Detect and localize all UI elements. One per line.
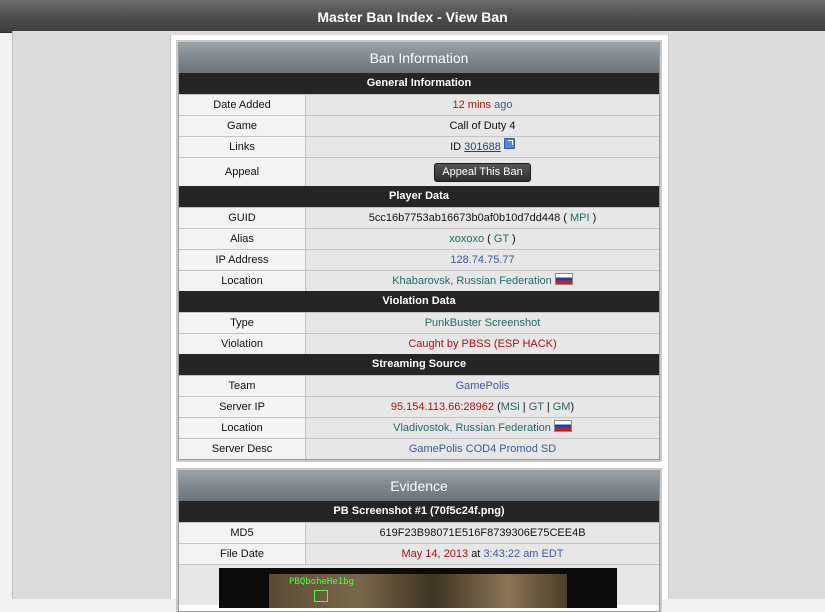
player-location-row: Location Khabarovsk, Russian Federation — [179, 270, 659, 291]
md5-row: MD5 619F23B98071E516F8739306E75CEE4B — [179, 522, 659, 543]
links-id-prefix: ID — [450, 141, 462, 153]
screenshot-overlay-text: PBQboheHe1bg — [289, 577, 355, 587]
date-added-value: 12 mins — [452, 99, 492, 111]
alias-value-cell: xoxoxo ( GT ) — [306, 229, 659, 249]
general-information-heading: General Information — [179, 73, 659, 94]
alias-gt-link[interactable]: GT — [494, 233, 509, 245]
server-ip-value: 95.154.113.66:28962 — [390, 401, 495, 413]
screenshot-esp-box — [314, 590, 328, 602]
guid-mpi-link[interactable]: MPI — [570, 212, 590, 224]
streaming-source-heading: Streaming Source — [179, 354, 659, 375]
server-location-value-cell: Vladivostok, Russian Federation — [306, 418, 659, 438]
game-row: Game Call of Duty 4 — [179, 115, 659, 136]
file-date-label: File Date — [179, 544, 306, 564]
appeal-value-cell: Appeal This Ban — [306, 158, 659, 186]
page-title: Master Ban Index - View Ban — [0, 0, 825, 33]
evidence-heading: Evidence — [179, 471, 659, 501]
links-row: Links ID 301688 — [179, 136, 659, 157]
violation-type-value[interactable]: PunkBuster Screenshot — [306, 313, 659, 333]
server-location-value[interactable]: Vladivostok, Russian Federation — [393, 422, 551, 434]
violation-label: Violation — [179, 334, 306, 354]
server-desc-label: Server Desc — [179, 439, 306, 459]
file-time-value: 3:43:22 am EDT — [483, 548, 564, 560]
ban-id-link[interactable]: 301688 — [464, 141, 501, 153]
ip-address-value[interactable]: 128.74.75.77 — [306, 250, 659, 270]
ip-address-row: IP Address 128.74.75.77 — [179, 249, 659, 270]
server-gm-link[interactable]: GM — [553, 401, 571, 413]
server-desc-row: Server Desc GamePolis COD4 Promod SD — [179, 438, 659, 459]
server-location-label: Location — [179, 418, 306, 438]
guid-value-cell: 5cc16b7753ab16673b0af0b10d7dd448 ( MPI ) — [306, 208, 659, 228]
ban-information-heading: Ban Information — [179, 43, 659, 73]
date-added-row: Date Added 12 mins ago — [179, 94, 659, 115]
appeal-row: Appeal Appeal This Ban — [179, 157, 659, 186]
links-value-cell: ID 301688 — [306, 137, 659, 157]
external-link-icon[interactable] — [503, 138, 515, 149]
screenshot-image[interactable]: PBQboheHe1bg — [219, 568, 617, 608]
file-date-at: at — [471, 548, 481, 560]
screenshot-scene: PBQboheHe1bg — [269, 574, 567, 608]
screenshot-heading: PB Screenshot #1 (70f5c24f.png) — [179, 501, 659, 522]
server-gt-link[interactable]: GT — [529, 401, 544, 413]
violation-type-label: Type — [179, 313, 306, 333]
server-ip-label: Server IP — [179, 397, 306, 417]
guid-value: 5cc16b7753ab16673b0af0b10d7dd448 — [368, 212, 561, 224]
russia-flag-icon — [553, 420, 572, 432]
server-ip-value-cell: 95.154.113.66:28962 (MSi | GT | GM) — [306, 397, 659, 417]
alias-label: Alias — [179, 229, 306, 249]
violation-row: Violation Caught by PBSS (ESP HACK) — [179, 333, 659, 354]
alias-value[interactable]: xoxoxo — [449, 233, 484, 245]
date-added-suffix: ago — [494, 99, 513, 111]
file-date-value: May 14, 2013 — [401, 548, 469, 560]
ban-information-panel: Ban Information General Information Date… — [178, 42, 660, 460]
player-location-value-cell: Khabarovsk, Russian Federation — [306, 271, 659, 291]
alias-row: Alias xoxoxo ( GT ) — [179, 228, 659, 249]
date-added-label: Date Added — [179, 95, 306, 115]
appeal-label: Appeal — [179, 158, 306, 186]
ip-address-label: IP Address — [179, 250, 306, 270]
player-location-label: Location — [179, 271, 306, 291]
file-date-value-cell: May 14, 2013 at 3:43:22 am EDT — [306, 544, 659, 564]
guid-row: GUID 5cc16b7753ab16673b0af0b10d7dd448 ( … — [179, 207, 659, 228]
guid-label: GUID — [179, 208, 306, 228]
server-desc-value[interactable]: GamePolis COD4 Promod SD — [306, 439, 659, 459]
md5-label: MD5 — [179, 523, 306, 543]
team-label: Team — [179, 376, 306, 396]
appeal-ban-button[interactable]: Appeal This Ban — [434, 162, 531, 182]
evidence-panel: Evidence PB Screenshot #1 (70f5c24f.png)… — [178, 470, 660, 612]
game-value: Call of Duty 4 — [306, 116, 659, 136]
date-added-value-cell: 12 mins ago — [306, 95, 659, 115]
server-msi-link[interactable]: MSi — [501, 401, 520, 413]
game-label: Game — [179, 116, 306, 136]
server-ip-row: Server IP 95.154.113.66:28962 (MSi | GT … — [179, 396, 659, 417]
server-location-row: Location Vladivostok, Russian Federation — [179, 417, 659, 438]
russia-flag-icon — [554, 273, 573, 285]
violation-value: Caught by PBSS (ESP HACK) — [306, 334, 659, 354]
violation-type-row: Type PunkBuster Screenshot — [179, 312, 659, 333]
team-value[interactable]: GamePolis — [306, 376, 659, 396]
player-location-value[interactable]: Khabarovsk, Russian Federation — [392, 275, 552, 287]
team-row: Team GamePolis — [179, 375, 659, 396]
player-data-heading: Player Data — [179, 186, 659, 207]
violation-data-heading: Violation Data — [179, 291, 659, 312]
links-label: Links — [179, 137, 306, 157]
file-date-row: File Date May 14, 2013 at 3:43:22 am EDT — [179, 543, 659, 564]
md5-value: 619F23B98071E516F8739306E75CEE4B — [306, 523, 659, 543]
